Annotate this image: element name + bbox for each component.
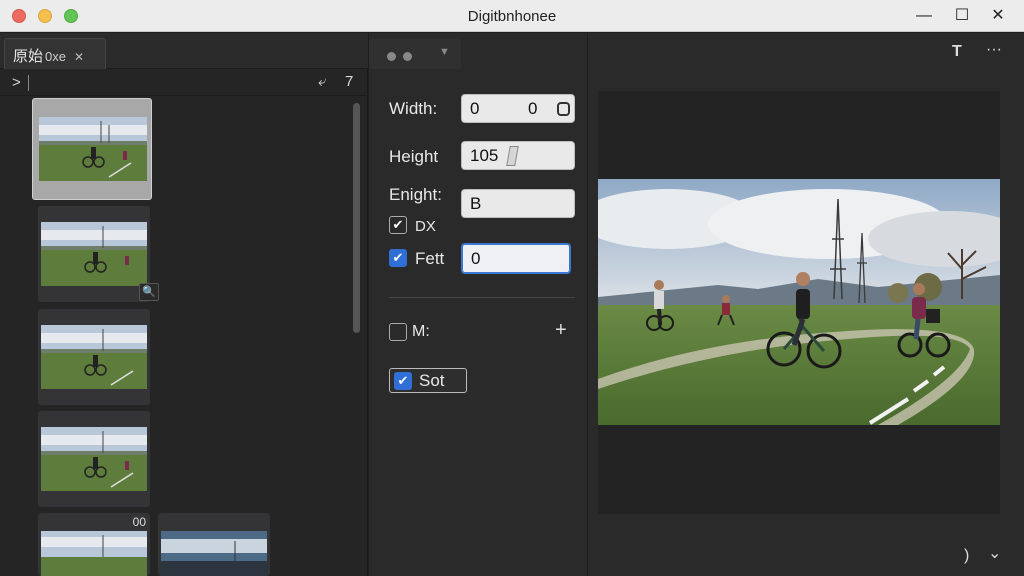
field-scene-thumb — [41, 531, 147, 576]
fett-checkbox[interactable]: ✔ — [389, 249, 407, 267]
more-icon[interactable]: ··· — [986, 41, 1002, 59]
width-value: 0 — [470, 99, 480, 118]
height-label: Height — [389, 147, 439, 166]
dot-icon — [403, 52, 412, 61]
field-scene-thumb — [41, 325, 147, 389]
tab-bar: 原始 0xe ✕ — [0, 33, 368, 69]
thumbnail-6[interactable] — [158, 513, 270, 576]
thumbnail-3[interactable] — [38, 309, 150, 405]
thumbnail-label: 00 — [132, 515, 146, 529]
fett-label: Fett — [415, 249, 445, 268]
rotate-icon[interactable]: ) — [964, 547, 969, 565]
dx-label: DX — [415, 218, 436, 235]
dot-icon — [387, 52, 396, 61]
thumbnail-image — [39, 117, 147, 181]
panel-header: ▼ — [369, 39, 461, 69]
preview-panel: T ···) ⌄ — [588, 33, 1024, 576]
m-checkbox[interactable] — [389, 323, 407, 341]
thumbnail-toolbar: > ⤶ 7 — [0, 70, 368, 96]
field-scene-thumb — [39, 117, 147, 181]
fett-input[interactable]: 0 — [461, 243, 571, 274]
cursor-handle-icon[interactable] — [506, 146, 519, 166]
tab-sublabel: 0xe — [45, 49, 66, 64]
sot-label: Sot — [419, 371, 445, 390]
width-label: Width: — [389, 99, 438, 118]
minimize-icon[interactable]: — — [912, 5, 936, 27]
window-title: Digitbnhonee — [467, 8, 557, 25]
return-icon[interactable]: ⤶ — [318, 73, 326, 90]
chevron-down-icon[interactable]: ⌄ — [988, 543, 1001, 563]
enight-label: Enight: — [389, 185, 442, 204]
maximize-icon[interactable]: ☐ — [950, 5, 974, 27]
lock-icon[interactable] — [557, 102, 570, 116]
fett-value: 0 — [471, 249, 481, 268]
thumbnail-image — [161, 531, 267, 576]
height-input[interactable]: 105 — [461, 141, 575, 170]
dropdown-icon[interactable]: ▼ — [439, 46, 450, 58]
height-value: 105 — [470, 146, 499, 165]
thumbnail-2[interactable] — [38, 206, 150, 302]
thumbnail-image — [41, 222, 147, 286]
thumbnail-4[interactable] — [38, 411, 150, 507]
add-icon[interactable]: + — [555, 319, 567, 342]
thumbnail-panel: 原始0xe✕ > ⤶ 7 � — [0, 33, 368, 576]
thumbnail-5[interactable]: 00 — [38, 513, 150, 576]
preview-image[interactable] — [598, 179, 1000, 425]
sot-toggle[interactable]: ✔ Sot — [389, 368, 467, 393]
enight-input[interactable]: B — [461, 189, 575, 218]
properties-panel: ▼ Width: 0 0 Height 105 Enight: B ✔ DX ✔… — [369, 33, 587, 576]
expand-icon[interactable]: > — [12, 74, 29, 91]
sot-checkbox[interactable]: ✔ — [394, 372, 412, 390]
m-label: M: — [412, 323, 430, 340]
field-scene-thumb — [41, 427, 147, 491]
tab-close-icon[interactable]: ✕ — [74, 50, 84, 64]
preview-canvas — [598, 91, 1000, 514]
thumbnail-1[interactable] — [32, 98, 152, 200]
close-icon[interactable]: ✕ — [986, 5, 1010, 27]
tab-original[interactable]: 原始 0xe ✕ — [4, 38, 106, 69]
dx-checkbox[interactable]: ✔ — [389, 216, 407, 234]
field-scene-thumb — [161, 531, 267, 576]
thumbnail-image — [41, 531, 147, 576]
pin-icon[interactable]: T — [952, 43, 962, 61]
field-scene-thumb — [41, 222, 147, 286]
thumbnail-scrollbar[interactable] — [353, 103, 360, 333]
title-bar: Digitbnhonee — ☐ ✕ — [0, 0, 1024, 32]
thumbnail-image — [41, 325, 147, 389]
enight-value: B — [470, 194, 482, 213]
width-input[interactable]: 0 0 — [461, 94, 575, 123]
thumbnail-image — [41, 427, 147, 491]
width-value-2: 0 — [528, 99, 538, 118]
tab-label: 原始 — [13, 48, 44, 65]
zoom-icon[interactable]: 🔍 — [139, 283, 159, 301]
section-divider — [389, 297, 575, 298]
tool-icon[interactable]: 7 — [345, 73, 353, 90]
field-photo — [598, 179, 1000, 425]
